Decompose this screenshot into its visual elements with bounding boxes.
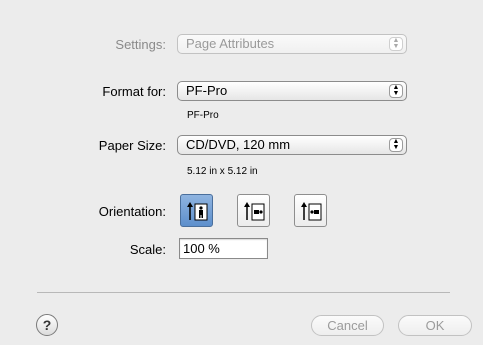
paper-size-popup-value: CD/DVD, 120 mm [186,137,291,152]
cancel-button[interactable]: Cancel [311,315,384,336]
format-for-description: PF-Pro [187,110,219,121]
landscape-right-orientation-icon [301,202,322,221]
scale-input[interactable]: 100 % [179,238,268,259]
orientation-portrait-button[interactable] [180,194,213,227]
help-button[interactable]: ? [36,314,58,336]
popup-arrows-icon: ▲ ▼ [389,138,403,152]
divider [37,292,450,293]
orientation-label: Orientation: [98,204,166,219]
paper-size-label: Paper Size: [98,138,166,153]
orientation-landscape-left-button[interactable] [237,194,270,227]
format-for-popup-value: PF-Pro [186,83,228,98]
popup-arrows-icon: ▲ ▼ [389,37,403,51]
settings-popup: Page Attributes ▲ ▼ [177,34,407,54]
popup-arrows-icon: ▲ ▼ [389,84,403,98]
settings-popup-value: Page Attributes [186,36,275,51]
landscape-left-orientation-icon [244,202,265,221]
paper-size-dimensions: 5.12 in x 5.12 in [187,166,258,177]
scale-label: Scale: [129,242,166,257]
paper-size-popup[interactable]: CD/DVD, 120 mm ▲ ▼ [177,135,407,155]
settings-label: Settings: [115,37,166,52]
format-for-popup[interactable]: PF-Pro ▲ ▼ [177,81,407,101]
ok-button[interactable]: OK [398,315,472,336]
orientation-landscape-right-button[interactable] [294,194,327,227]
format-for-label: Format for: [102,84,166,99]
portrait-orientation-icon [187,202,208,221]
